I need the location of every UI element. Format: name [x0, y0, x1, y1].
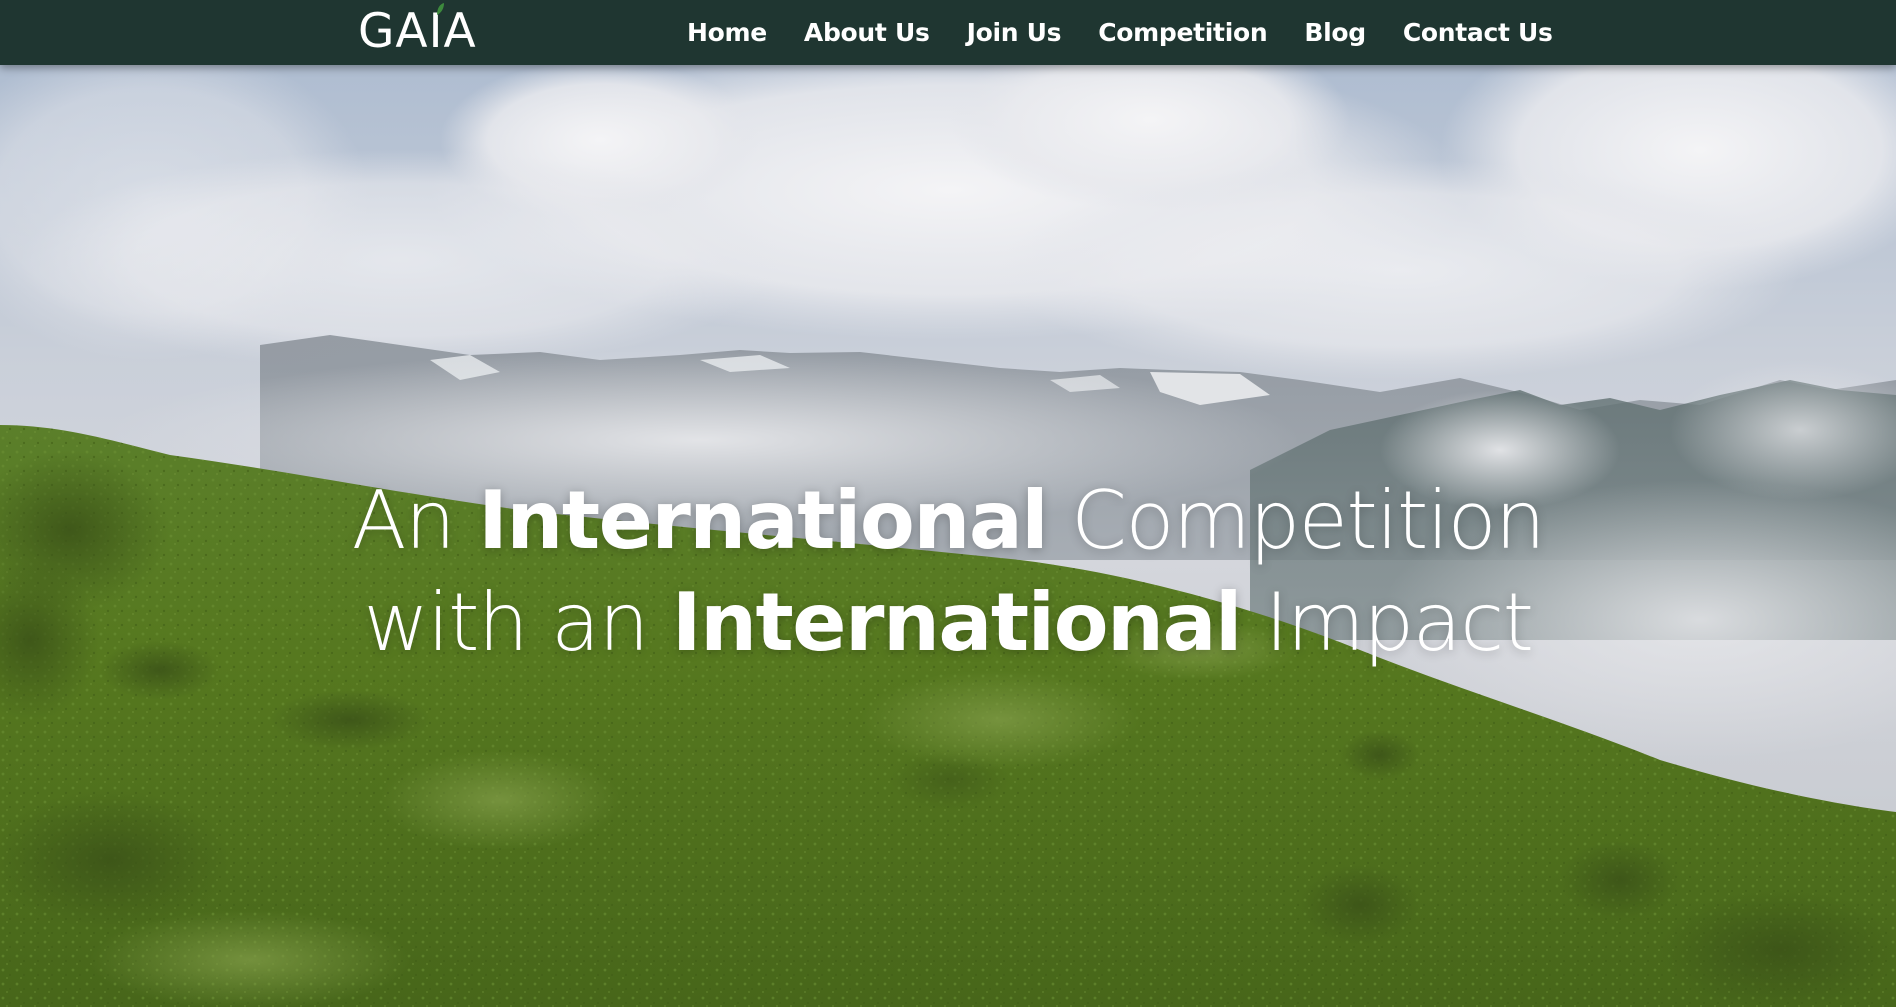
nav-item-home[interactable]: Home — [687, 18, 767, 47]
headline-text: Impact — [1240, 576, 1534, 669]
nav-item-about-us[interactable]: About Us — [804, 18, 930, 47]
main-navigation: Home About Us Join Us Competition Blog C… — [687, 0, 1553, 65]
hero-headline-line-2: with an International Impact — [0, 572, 1896, 674]
landing-page: GAIA Home About Us Join Us Competition B… — [0, 0, 1896, 1007]
logo-letter-i-with-leaf: I — [429, 2, 444, 59]
logo-letter-g: G — [358, 3, 396, 59]
nav-item-join-us[interactable]: Join Us — [967, 18, 1062, 47]
hero-headline-line-1: An International Competition — [0, 470, 1896, 572]
nav-item-blog[interactable]: Blog — [1304, 18, 1366, 47]
headline-emphasis: International — [671, 576, 1243, 669]
top-navigation-bar: GAIA Home About Us Join Us Competition B… — [0, 0, 1896, 65]
headline-text: An — [351, 474, 479, 567]
logo-letter-a2: A — [443, 3, 477, 59]
gaia-logo[interactable]: GAIA — [358, 2, 477, 59]
headline-text: Competition — [1047, 474, 1546, 567]
nav-item-contact-us[interactable]: Contact Us — [1403, 18, 1553, 47]
headline-emphasis: International — [478, 474, 1049, 567]
headline-text: with an — [363, 576, 672, 669]
hero-headline: An International Competition with an Int… — [0, 470, 1896, 674]
leaf-icon — [436, 2, 444, 15]
logo-letter-a: A — [395, 3, 429, 59]
nav-item-competition[interactable]: Competition — [1098, 18, 1267, 47]
